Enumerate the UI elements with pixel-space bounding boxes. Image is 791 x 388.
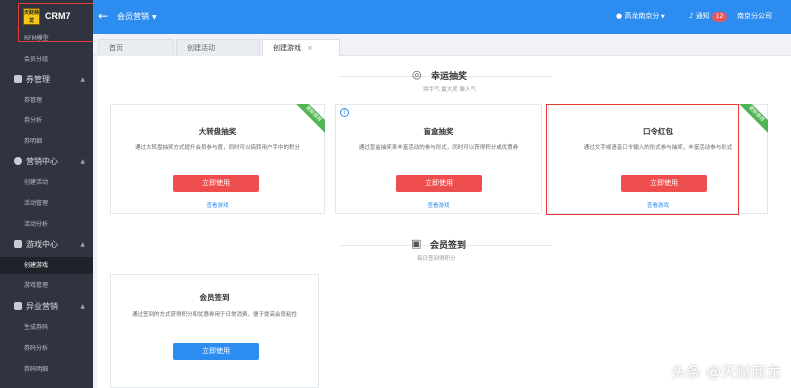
- gamepad-icon: [14, 240, 22, 248]
- card-description: 通过大转盘抽奖方式提升会员参与度，同时可以搞转用户手中的积分: [134, 145, 300, 151]
- sidebar-item-coupon-manage[interactable]: 券管理: [0, 92, 93, 109]
- tab-label: 首页: [109, 44, 123, 52]
- tab-bar: 首页 创建活动 创建游戏 ×: [93, 34, 791, 56]
- section-title-lottery: 幸运抽奖: [431, 72, 468, 82]
- highlight-box: [546, 104, 739, 215]
- notification-label: 通知: [695, 12, 710, 20]
- section-subtitle-lottery: 拼手气 赢大奖 聚人气: [423, 87, 476, 93]
- sidebar-group-coupon[interactable]: 券管理 ▲: [0, 70, 93, 89]
- main-content: ◎ 幸运抽奖 拼手气 赢大奖 聚人气 更新推荐 大转盘抽奖 通过大转盘抽奖方式提…: [97, 56, 791, 388]
- game-card-wheel: 更新推荐 大转盘抽奖 通过大转盘抽奖方式提升会员参与度，同时可以搞转用户手中的积…: [110, 104, 325, 214]
- tab-label: 创建活动: [187, 44, 215, 52]
- sidebar-group-label: 券管理: [26, 75, 50, 84]
- sidebar-item-coupon-analysis[interactable]: 券分析: [0, 112, 93, 129]
- use-now-button[interactable]: 立即使用: [396, 175, 482, 192]
- chevron-up-icon: ▲: [80, 303, 85, 310]
- card-description: 通过签到的方式获得积分和优惠券用于日常消费，便于提高会员粘性: [131, 312, 297, 318]
- sidebar-item-code-analysis[interactable]: 券码分析: [0, 340, 93, 357]
- coupon-icon: [14, 75, 22, 83]
- card-description: 通过盲盒抽奖来丰富活动的参与形式，同时可以获得积分或优惠券: [358, 145, 519, 151]
- view-game-link[interactable]: 查看游戏: [111, 201, 324, 209]
- sidebar-item-game-manage[interactable]: 游戏管理: [0, 277, 93, 294]
- sidebar-item-create-activity[interactable]: 创建活动: [0, 174, 93, 191]
- company-name: 南京分公司: [737, 12, 772, 20]
- help-icon[interactable]: ?: [340, 108, 349, 117]
- tab-create-game[interactable]: 创建游戏 ×: [262, 39, 340, 56]
- tab-home[interactable]: 首页: [98, 39, 174, 56]
- tab-label: 创建游戏: [273, 44, 301, 52]
- sidebar-item-coupon-detail[interactable]: 券明细: [0, 133, 93, 150]
- notification-button[interactable]: ♪ 通知 12: [689, 11, 728, 22]
- view-game-link[interactable]: 查看游戏: [336, 201, 541, 209]
- sidebar-group-game[interactable]: 游戏中心 ▲: [0, 235, 93, 254]
- brand-logo: 天财商龙: [23, 8, 40, 25]
- module-switcher[interactable]: 会员营销 ▼: [117, 11, 157, 22]
- arrow-left-icon[interactable]: ←: [98, 9, 108, 23]
- use-now-button[interactable]: 立即使用: [173, 343, 259, 360]
- card-title: 盲盒抽奖: [423, 127, 454, 136]
- use-now-button[interactable]: 立即使用: [173, 175, 259, 192]
- section-title-signin: 会员签到: [430, 241, 467, 251]
- user-name: 高龙南京分: [624, 12, 660, 20]
- app-name: CRM7: [45, 11, 71, 21]
- sidebar-item-rfm[interactable]: RFM模型: [0, 30, 93, 47]
- sidebar-group-label: 营销中心: [26, 157, 58, 166]
- calendar-icon: ▣: [411, 237, 422, 250]
- sidebar-group-label: 异业营销: [26, 302, 58, 311]
- chevron-up-icon: ▲: [80, 158, 85, 165]
- section-subtitle-signin: 每日签到得积分: [417, 256, 456, 262]
- card-title: 会员签到: [199, 293, 230, 302]
- document-icon: [14, 302, 22, 310]
- sidebar-item-generate-code[interactable]: 生成券码: [0, 319, 93, 336]
- target-icon: ◎: [412, 68, 422, 81]
- sidebar: 天财商龙 CRM7 RFM模型 会员分组 券管理 ▲ 券管理 券分析 券明细 营…: [0, 0, 93, 388]
- module-title: 会员营销: [117, 12, 149, 21]
- sidebar-item-activity-manage[interactable]: 活动管理: [0, 195, 93, 212]
- top-bar: ← 会员营销 ▼ ● 高龙南京分 ▼ ♪ 通知 12 南京分公司: [93, 0, 791, 34]
- close-icon[interactable]: ×: [307, 44, 313, 52]
- bell-icon: ♪: [689, 12, 696, 20]
- sidebar-group-marketing[interactable]: 营销中心 ▲: [0, 152, 93, 171]
- tab-create-activity[interactable]: 创建活动: [176, 39, 260, 56]
- sidebar-group-label: 游戏中心: [26, 240, 58, 249]
- chevron-down-icon: ▼: [659, 14, 665, 20]
- user-menu[interactable]: ● 高龙南京分 ▼: [616, 11, 665, 21]
- chevron-up-icon: ▲: [80, 76, 85, 83]
- chevron-up-icon: ▲: [80, 241, 85, 248]
- game-card-blindbox: ? 盲盒抽奖 通过盲盒抽奖来丰富活动的参与形式，同时可以获得积分或优惠券 立即使…: [335, 104, 542, 214]
- sidebar-item-member-group[interactable]: 会员分组: [0, 51, 93, 68]
- pie-chart-icon: [14, 157, 22, 165]
- sidebar-item-code-detail[interactable]: 券码明细: [0, 361, 93, 378]
- card-title: 大转盘抽奖: [198, 127, 237, 136]
- sidebar-item-create-game[interactable]: 创建游戏: [0, 257, 93, 274]
- notification-badge: 12: [711, 12, 728, 22]
- game-card-signin: 会员签到 通过签到的方式获得积分和优惠券用于日常消费，便于提高会员粘性 立即使用: [110, 274, 319, 388]
- chevron-down-icon: ▼: [152, 14, 157, 21]
- watermark-text: 头条 @天财商龙: [671, 363, 781, 381]
- sidebar-group-cross-marketing[interactable]: 异业营销 ▲: [0, 297, 93, 316]
- sidebar-item-activity-analysis[interactable]: 活动分析: [0, 216, 93, 233]
